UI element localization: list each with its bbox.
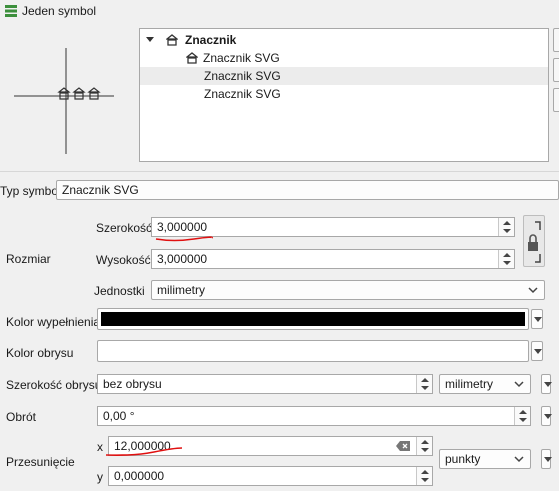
divider [0, 171, 559, 172]
tree-item-svg-marker-1[interactable]: Znacznik SVG [140, 49, 548, 67]
chevron-down-icon [544, 382, 552, 387]
clear-icon[interactable] [396, 441, 410, 451]
marker-icon [166, 34, 178, 46]
chevron-down-icon [528, 287, 538, 294]
height-value: 3,000000 [157, 252, 208, 266]
preview-canvas [14, 48, 114, 154]
fill-color-button[interactable] [97, 308, 529, 330]
rotation-spinner[interactable] [514, 407, 530, 425]
tree-root-label: Znacznik [185, 33, 237, 47]
fill-color-label: Kolor wypełnienia [6, 315, 101, 329]
spin-arrows-icon [421, 378, 429, 390]
spin-arrows-icon [421, 470, 429, 482]
chevron-down-icon [544, 457, 552, 462]
chevron-down-icon [544, 414, 552, 419]
symbol-layer-tree[interactable]: Znacznik Znacznik SVG Znacznik SVG Znacz… [139, 28, 549, 162]
rotation-override-button[interactable] [541, 406, 552, 426]
red-underline-annotation [105, 447, 183, 456]
size-units-value: milimetry [157, 283, 205, 297]
tree-item-label: Znacznik SVG [204, 87, 281, 101]
size-group-label: Rozmiar [6, 252, 51, 266]
stroke-color-menu-button[interactable] [531, 341, 543, 361]
offset-override-button[interactable] [541, 449, 552, 469]
offset-y-value: 0,000000 [114, 469, 165, 483]
offset-y-spinner[interactable] [416, 467, 432, 485]
tree-root-row[interactable]: Znacznik [140, 31, 548, 49]
duplicate-layer-button[interactable] [553, 88, 559, 112]
tree-item-label: Znacznik SVG [203, 51, 280, 65]
stroke-width-label: Szerokość obrysu [6, 378, 102, 392]
width-label: Szerokość [96, 221, 153, 235]
stroke-color-label: Kolor obrysu [6, 346, 74, 360]
tree-item-svg-marker-3[interactable]: Znacznik SVG [140, 85, 548, 103]
spin-arrows-icon [421, 440, 429, 452]
lock-icon [528, 221, 541, 263]
offset-y-label: y [97, 470, 103, 484]
offset-y-input[interactable]: 0,000000 [108, 466, 433, 486]
offset-label: Przesunięcie [6, 455, 75, 469]
rotation-input[interactable]: 0,00 ° [97, 406, 531, 426]
chevron-down-icon [514, 456, 524, 463]
collapse-arrow-icon[interactable] [146, 37, 154, 43]
height-label: Wysokość [96, 253, 151, 267]
stroke-width-units-select[interactable]: milimetry [439, 374, 531, 394]
add-layer-button[interactable] [553, 28, 559, 52]
offset-x-spinner[interactable] [416, 437, 432, 455]
rotation-label: Obrót [6, 410, 37, 424]
stroke-width-input[interactable]: bez obrysu [97, 374, 433, 394]
red-underline-annotation [155, 236, 213, 242]
lock-aspect-ratio-button[interactable] [523, 215, 545, 267]
chevron-down-icon [534, 349, 542, 354]
spin-arrows-icon [519, 410, 527, 422]
tree-item-label: Znacznik SVG [204, 69, 281, 83]
units-label: Jednostki [94, 284, 145, 298]
stroke-width-value: bez obrysu [103, 377, 162, 391]
width-spinner[interactable] [498, 218, 514, 236]
rotation-value: 0,00 ° [103, 409, 135, 423]
chevron-down-icon [534, 317, 542, 322]
tree-item-svg-marker-2[interactable]: Znacznik SVG [140, 67, 548, 85]
height-spinner[interactable] [498, 250, 514, 268]
spin-arrows-icon [503, 253, 511, 265]
offset-units-select[interactable]: punkty [439, 449, 531, 469]
svg-marker-icon [57, 87, 101, 100]
symbol-layers-icon [5, 5, 17, 17]
offset-x-label: x [97, 440, 103, 454]
remove-layer-button[interactable] [553, 58, 559, 82]
chevron-down-icon [514, 381, 524, 388]
stroke-width-spinner[interactable] [416, 375, 432, 393]
fill-color-swatch [101, 312, 525, 326]
stroke-width-override-button[interactable] [541, 374, 552, 394]
window-title: Jeden symbol [22, 4, 97, 18]
fill-color-menu-button[interactable] [531, 309, 543, 329]
svg-marker-icon [186, 52, 198, 64]
symbol-type-select[interactable]: Znacznik SVG [56, 180, 559, 200]
window-header: Jeden symbol [0, 0, 559, 24]
symbol-type-value: Znacznik SVG [62, 183, 139, 197]
offset-units-value: punkty [445, 452, 481, 466]
width-value: 3,000000 [157, 220, 208, 234]
spin-arrows-icon [503, 221, 511, 233]
stroke-color-swatch [101, 344, 525, 358]
height-input[interactable]: 3,000000 [151, 249, 515, 269]
stroke-width-units-value: milimetry [445, 377, 493, 391]
size-units-select[interactable]: milimetry [151, 280, 545, 300]
symbol-preview [8, 34, 126, 158]
stroke-color-button[interactable] [97, 340, 529, 362]
